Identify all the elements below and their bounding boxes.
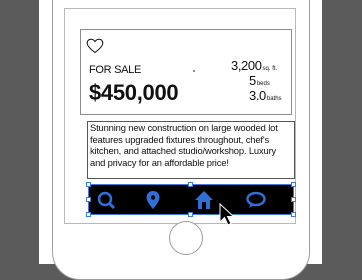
resize-handle-top-right[interactable] bbox=[291, 182, 296, 187]
arrow-cursor-icon bbox=[219, 203, 235, 226]
resize-handle-top-left[interactable] bbox=[86, 182, 91, 187]
stat-baths-value: 3.0 bbox=[249, 88, 266, 103]
stat-baths: 3.0baths bbox=[249, 88, 291, 105]
stat-area-unit: sq. ft. bbox=[262, 66, 278, 72]
listing-card[interactable]: FOR SALE $450,000 3,200sq. ft. 5beds 3.0… bbox=[80, 29, 292, 115]
heart-icon[interactable] bbox=[86, 38, 104, 54]
stat-baths-unit: baths bbox=[266, 96, 282, 102]
divider-dot bbox=[193, 70, 195, 72]
resize-handle-bottom-left[interactable] bbox=[86, 212, 91, 217]
resize-handle-top-center[interactable] bbox=[188, 182, 193, 187]
description-text-frame[interactable]: Stunning new construction on large woode… bbox=[87, 121, 295, 179]
stat-area-value: 3,200 bbox=[231, 58, 262, 73]
listing-price: $450,000 bbox=[89, 80, 179, 105]
resize-handle-bottom-right[interactable] bbox=[291, 212, 296, 217]
resize-handle-middle-right[interactable] bbox=[291, 197, 296, 202]
listing-stats: 3,200sq. ft. 5beds 3.0baths bbox=[231, 58, 291, 105]
selection-box bbox=[88, 184, 294, 215]
resize-handle-bottom-center[interactable] bbox=[188, 212, 193, 217]
listing-status: FOR SALE bbox=[89, 64, 142, 76]
phone-home-button bbox=[169, 221, 203, 255]
resize-handle-middle-left[interactable] bbox=[86, 197, 91, 202]
stat-beds-unit: beds bbox=[256, 81, 270, 87]
stat-beds-value: 5 bbox=[249, 73, 256, 88]
stat-area: 3,200sq. ft. bbox=[231, 58, 291, 75]
